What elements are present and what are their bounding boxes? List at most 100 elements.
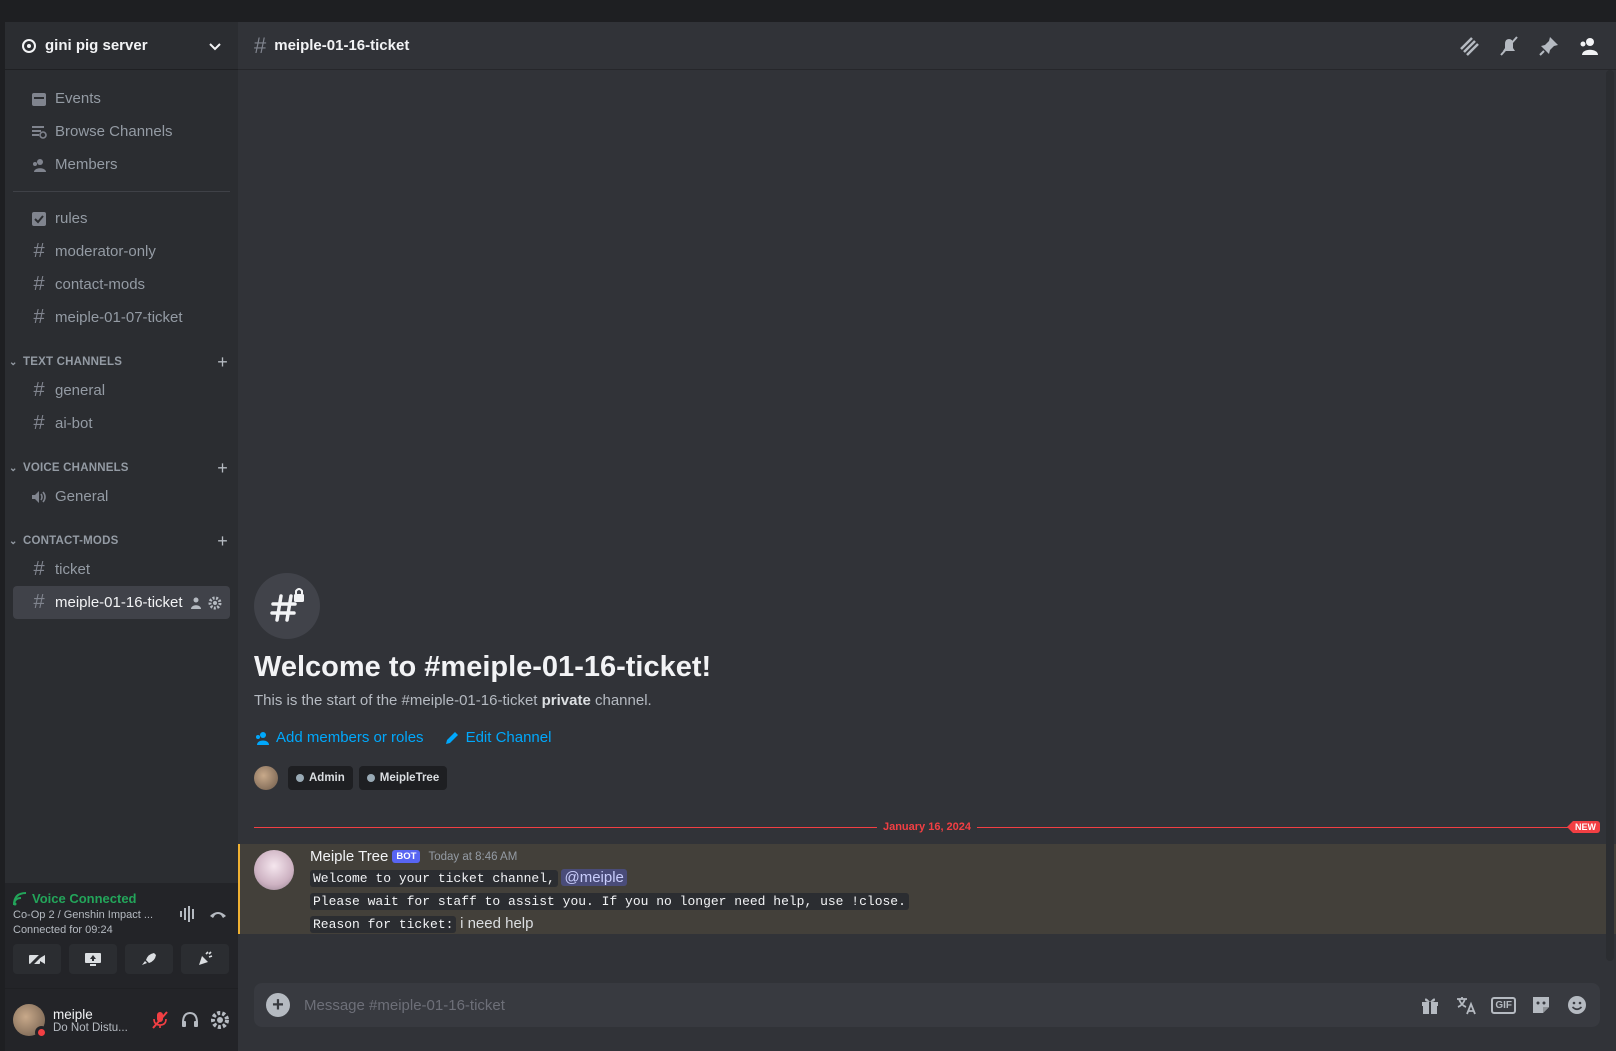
channel-general[interactable]: # general [13, 374, 230, 407]
edit-channel-button[interactable]: Edit Channel [444, 729, 552, 746]
voice-channel-general[interactable]: General [13, 480, 230, 513]
create-channel-icon[interactable]: + [217, 531, 228, 552]
voice-connected-time: Connected for 09:24 [13, 924, 113, 936]
chevron-down-icon: ⌄ [9, 356, 18, 368]
calendar-icon [29, 89, 49, 109]
channel-ai-bot[interactable]: # ai-bot [13, 407, 230, 440]
message-author[interactable]: Meiple Tree [310, 848, 388, 865]
hash-icon: # [33, 379, 45, 401]
camera-off-button[interactable] [13, 944, 61, 974]
message-input[interactable] [304, 996, 1420, 1014]
nav-events[interactable]: Events [13, 82, 230, 115]
gif-icon[interactable]: GIF [1491, 996, 1516, 1014]
nav-label: Members [55, 156, 118, 173]
category-label: TEXT CHANNELS [23, 356, 123, 368]
nav-browse-channels[interactable]: Browse Channels [13, 115, 230, 148]
welcome-subtitle-prefix: This is the start of the #meiple-01-16-t… [254, 692, 542, 709]
mic-muted-icon[interactable] [150, 1010, 170, 1030]
message-item[interactable]: Meiple Tree BOT Today at 8:46 AM Welcome… [238, 844, 1616, 934]
channel-label: general [55, 382, 106, 399]
channel-label: contact-mods [55, 276, 146, 293]
category-voice-channels[interactable]: ⌄ VOICE CHANNELS + [5, 456, 238, 480]
member-list-icon[interactable] [1578, 35, 1600, 57]
notifications-muted-icon[interactable] [1498, 35, 1520, 57]
message-header: Meiple Tree BOT Today at 8:46 AM [310, 848, 909, 865]
screen-share-button[interactable] [69, 944, 117, 974]
add-members-label: Add members or roles [276, 729, 424, 746]
role-label: Admin [309, 772, 345, 784]
channel-label: ai-bot [55, 415, 93, 432]
noise-suppression-icon[interactable] [178, 905, 198, 923]
add-members-button[interactable]: Add members or roles [254, 729, 424, 746]
new-badge: NEW [1567, 821, 1600, 833]
channel-moderator-only[interactable]: # moderator-only [13, 235, 230, 268]
gear-icon[interactable] [208, 596, 222, 610]
soundboard-button[interactable] [181, 944, 229, 974]
discord-app: gini pig server Events Browse Channels M… [5, 22, 1616, 1051]
role-pill-admin[interactable]: Admin [288, 766, 353, 790]
welcome-subtitle-bold: private [541, 692, 591, 709]
avatar[interactable] [254, 766, 278, 790]
username: meiple [53, 1006, 93, 1022]
welcome-title: Welcome to #meiple-01-16-ticket! [254, 651, 712, 683]
category-contact-mods[interactable]: ⌄ CONTACT-MODS + [5, 529, 238, 553]
role-dot-icon [296, 774, 304, 782]
user-mention[interactable]: @meiple [561, 869, 627, 886]
message-content: Meiple Tree BOT Today at 8:46 AM Welcome… [310, 848, 909, 934]
message-timestamp: Today at 8:46 AM [428, 850, 518, 863]
dnd-status-icon [35, 1026, 48, 1039]
pin-icon[interactable] [1538, 35, 1560, 57]
scrollbar[interactable] [1606, 70, 1614, 961]
hash-icon: # [33, 412, 45, 434]
sticker-icon[interactable] [1530, 994, 1552, 1016]
screen-share-icon [84, 951, 102, 967]
channel-label: moderator-only [55, 243, 156, 260]
user-panel: meiple Do Not Distu... [5, 989, 238, 1051]
rules-icon [29, 209, 49, 229]
header-toolbar [1458, 35, 1600, 57]
locked-hash-icon: # [33, 240, 45, 262]
gift-icon[interactable] [1419, 994, 1441, 1016]
activity-button[interactable] [125, 944, 173, 974]
edit-channel-label: Edit Channel [465, 729, 552, 746]
avatar[interactable] [254, 850, 294, 890]
channel-meiple-01-07-ticket[interactable]: # meiple-01-07-ticket [13, 301, 230, 334]
disconnect-icon[interactable] [208, 905, 228, 923]
channel-access-roles: Admin MeipleTree [254, 766, 711, 790]
nav-members[interactable]: Members [13, 148, 230, 181]
create-channel-icon[interactable]: + [217, 458, 228, 479]
speaker-icon [29, 487, 49, 507]
channel-ticket[interactable]: # ticket [13, 553, 230, 586]
create-channel-icon[interactable]: + [217, 352, 228, 373]
headphones-icon[interactable] [180, 1010, 200, 1030]
user-status: Do Not Distu... [53, 1021, 128, 1034]
category-text-channels[interactable]: ⌄ TEXT CHANNELS + [5, 350, 238, 374]
messages-scroller[interactable]: Welcome to #meiple-01-16-ticket! This is… [238, 70, 1616, 1051]
channel-actions [190, 596, 222, 610]
emoji-icon[interactable] [1566, 994, 1588, 1016]
voice-activity-buttons [13, 944, 230, 974]
channel-meiple-01-16-ticket[interactable]: # meiple-01-16-ticket [13, 586, 230, 619]
server-header[interactable]: gini pig server [5, 22, 238, 70]
avatar[interactable] [13, 1004, 48, 1039]
camera-off-icon [28, 951, 46, 967]
locked-hash-icon: # [33, 591, 45, 613]
pencil-icon [444, 730, 460, 746]
channel-rules[interactable]: rules [13, 202, 230, 235]
channel-label: ticket [55, 561, 91, 578]
invite-member-icon[interactable] [190, 596, 204, 610]
welcome-actions: Add members or roles Edit Channel [254, 729, 711, 746]
attach-plus-icon[interactable]: + [266, 993, 290, 1017]
voice-channel-info[interactable]: Co-Op 2 / Genshin Impact ... [13, 909, 163, 921]
role-pill-meipletree[interactable]: MeipleTree [358, 766, 448, 790]
translate-icon[interactable] [1455, 994, 1477, 1016]
user-info[interactable]: meiple Do Not Distu... [53, 1007, 150, 1034]
message-line: Reason for ticket: i need help [310, 915, 909, 934]
threads-icon[interactable] [1458, 35, 1480, 57]
gear-icon[interactable] [210, 1010, 230, 1030]
channel-contact-mods[interactable]: # contact-mods [13, 268, 230, 301]
voice-status[interactable]: Voice Connected [13, 891, 230, 906]
channel-title: meiple-01-16-ticket [274, 37, 410, 54]
locked-hash-icon: # [254, 32, 267, 58]
chat-main: # meiple-01-16-ticket Welcome to #meiple… [238, 22, 1616, 1051]
